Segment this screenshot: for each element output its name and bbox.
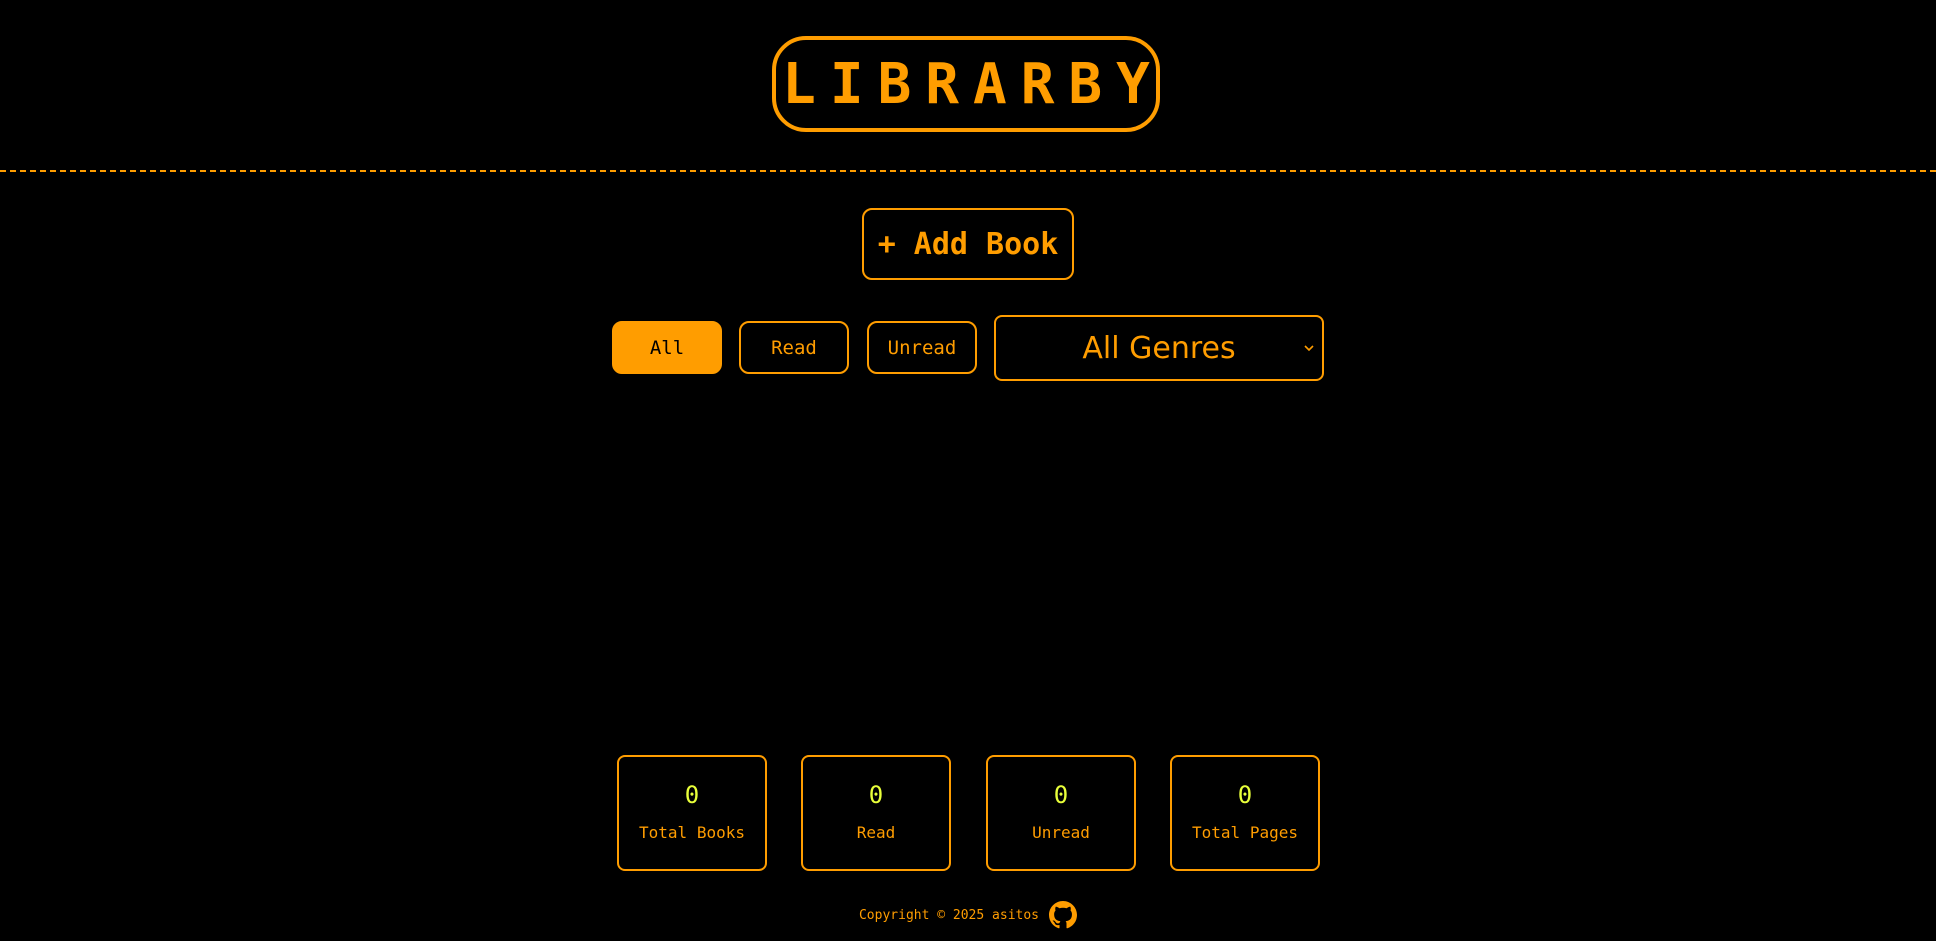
app-logo: LIBRARBY (772, 36, 1160, 132)
stat-label: Total Books (639, 823, 745, 842)
genre-select[interactable]: All Genres (994, 315, 1324, 381)
header-divider (0, 170, 1936, 172)
stat-card-unread: 0 Unread (986, 755, 1136, 871)
stat-value: 0 (684, 781, 700, 809)
stat-card-read: 0 Read (801, 755, 951, 871)
filter-all-button[interactable]: All (612, 321, 722, 374)
stat-value: 0 (868, 781, 884, 809)
github-icon[interactable] (1049, 901, 1077, 929)
filter-read-button[interactable]: Read (739, 321, 849, 374)
stat-value: 0 (1237, 781, 1253, 809)
stat-value: 0 (1053, 781, 1069, 809)
copyright-text: Copyright © 2025 asitos (858, 907, 1039, 923)
stat-label: Unread (1032, 823, 1090, 842)
genre-select-value: All Genres (1082, 330, 1236, 366)
stat-card-total-books: 0 Total Books (617, 755, 767, 871)
add-book-button[interactable]: + Add Book (862, 208, 1074, 280)
stat-label: Read (856, 823, 896, 842)
stat-label: Total Pages (1192, 823, 1298, 842)
stat-card-total-pages: 0 Total Pages (1170, 755, 1320, 871)
footer: Copyright © 2025 asitos (0, 901, 1936, 929)
filter-unread-button[interactable]: Unread (867, 321, 977, 374)
chevron-down-icon (1304, 345, 1314, 352)
